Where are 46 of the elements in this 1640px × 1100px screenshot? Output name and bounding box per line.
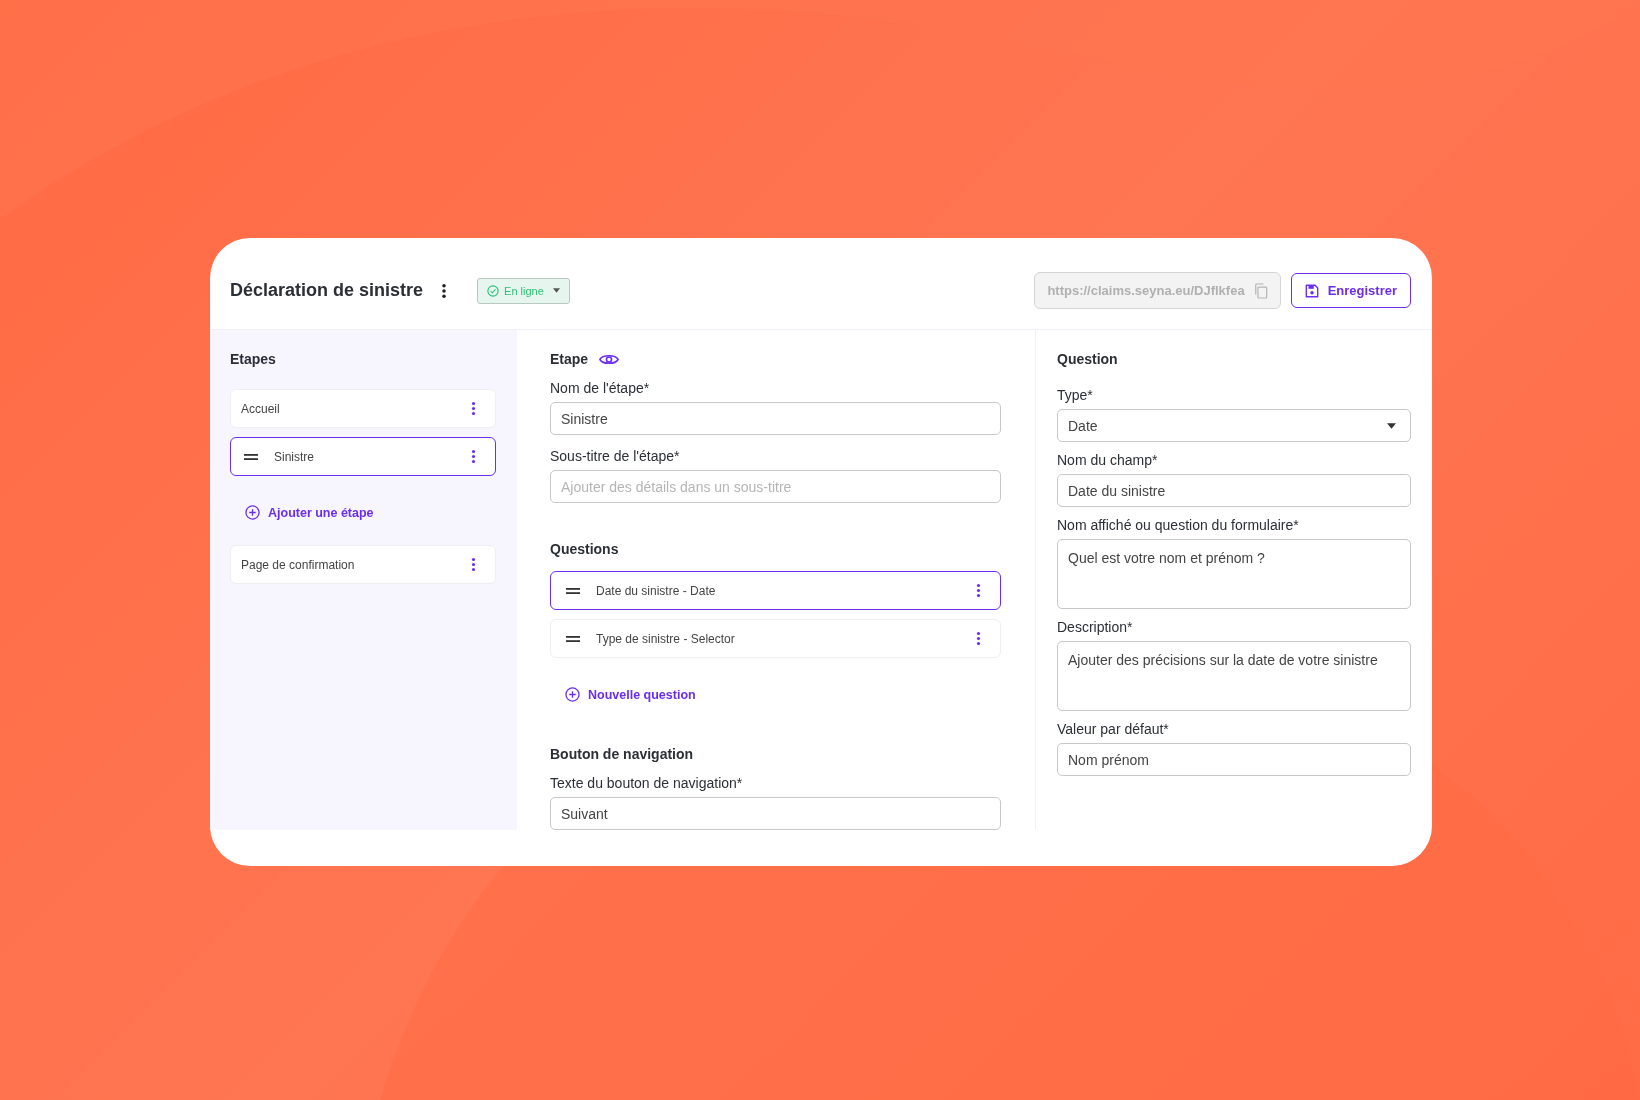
field-label: Nom de l'étape* <box>550 380 651 396</box>
input-field[interactable]: Sinistre <box>550 402 1001 435</box>
section-heading: Questions <box>550 541 620 557</box>
more-icon[interactable] <box>471 449 476 464</box>
page-title: Déclaration de sinistre <box>230 280 424 301</box>
step-item[interactable]: Page de confirmation <box>230 545 496 584</box>
more-icon[interactable] <box>976 631 981 646</box>
field-label: Type* <box>1057 387 1094 403</box>
question-item[interactable]: Date du sinistre - Date <box>550 571 1001 610</box>
input-field[interactable]: Ajouter des détails dans un sous-titre <box>550 470 1001 503</box>
eye-icon[interactable] <box>599 352 620 366</box>
type-select[interactable]: Date <box>1057 409 1411 442</box>
section-heading: Bouton de navigation <box>550 746 695 762</box>
drag-handle-icon[interactable] <box>244 453 258 460</box>
input-field[interactable]: Nom prénom <box>1057 743 1411 776</box>
field-label: Description* <box>1057 619 1134 635</box>
caret-icon <box>552 288 560 293</box>
step-item[interactable]: Sinistre <box>230 437 496 476</box>
caret-icon <box>1387 422 1396 429</box>
field-label: Nom du champ* <box>1057 452 1159 468</box>
plus-circle-icon <box>565 687 580 702</box>
input-field[interactable]: Date du sinistre <box>1057 474 1411 507</box>
field-label: Texte du bouton de navigation* <box>550 775 744 791</box>
section-heading: Question <box>1057 351 1119 367</box>
save-icon <box>1304 283 1319 298</box>
plus-circle-icon <box>245 505 260 520</box>
more-icon[interactable] <box>441 282 448 299</box>
input-field[interactable]: Suivant <box>550 797 1001 830</box>
more-icon[interactable] <box>976 583 981 598</box>
field-label: Sous-titre de l'étape* <box>550 448 681 464</box>
text-area[interactable]: Ajouter des précisions sur la date de votre sinistre <box>1057 641 1411 711</box>
step-item[interactable]: Accueil <box>230 389 496 428</box>
section-heading: Etapes <box>230 351 277 367</box>
add-step-button[interactable]: Ajouter une étape <box>245 505 374 520</box>
section-heading: Etape <box>550 351 589 367</box>
add-question-button[interactable]: Nouvelle question <box>565 687 696 702</box>
more-icon[interactable] <box>471 401 476 416</box>
field-label: Nom affiché ou question du formulaire* <box>1057 517 1300 533</box>
save-button[interactable]: Enregistrer <box>1290 273 1411 308</box>
text-area[interactable]: Quel est votre nom et prénom ? <box>1057 539 1411 609</box>
question-item[interactable]: Type de sinistre - Selector <box>550 619 1001 658</box>
more-icon[interactable] <box>471 557 476 572</box>
check-circle-icon <box>487 284 500 297</box>
field-label: Valeur par défaut* <box>1057 721 1170 737</box>
drag-handle-icon[interactable] <box>566 635 580 642</box>
drag-handle-icon[interactable] <box>566 587 580 594</box>
